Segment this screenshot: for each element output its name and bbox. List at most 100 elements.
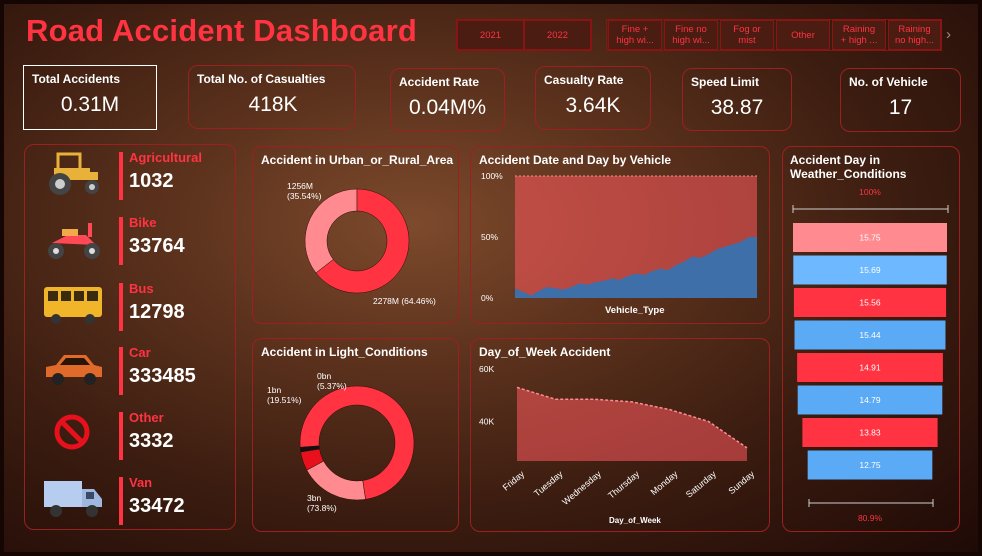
kpi-label: Accident Rate (399, 75, 480, 89)
donut-data-label: 1bn (19.51%) (267, 385, 302, 405)
weather-raining-no-high-winds-button[interactable]: Raining no high... (888, 20, 941, 50)
x-tick-label: Tuesday (532, 469, 565, 499)
x-tick-label: Wednesday (560, 469, 603, 507)
vehicle-name: Bus (129, 281, 154, 296)
vehicle-bar (119, 217, 123, 265)
vehicle-row-other[interactable]: Other 3332 (24, 408, 234, 472)
donut-data-label: 0bn (5.37%) (317, 371, 347, 391)
funnel-bar-label: 15.75 (859, 233, 881, 243)
day-of-week-chart-card: Day_of_Week Accident 60K 40K Friday Tuesday… (470, 338, 770, 532)
vehicle-name: Van (129, 475, 153, 490)
slicer-line: mist (738, 35, 756, 46)
kpi-total-casualties[interactable]: Total No. of Casualties 418K (188, 65, 356, 129)
urban-rural-donut[interactable]: 1256M (35.54%) 2278M (64.46%) (253, 147, 460, 325)
kpi-speed-limit[interactable]: Speed Limit 38.87 (682, 68, 792, 131)
weather-fine-high-winds-button[interactable]: Fine + high wi... (608, 20, 662, 50)
kpi-label: Speed Limit (691, 75, 760, 89)
vehicle-row-van[interactable]: Van 33472 (24, 473, 234, 537)
funnel-bar-label: 15.44 (859, 330, 881, 340)
kpi-casualty-rate[interactable]: Casualty Rate 3.64K (535, 66, 651, 130)
vehicle-row-car[interactable]: Car 333485 (24, 343, 234, 407)
weather-other-button[interactable]: Other (776, 20, 830, 50)
kpi-value: 3.64K (565, 94, 621, 117)
x-tick-label: Thursday (606, 469, 642, 501)
vehicle-area-chart-card: Accident Date and Day by Vehicle 0% 50% 10… (470, 146, 770, 324)
slicer-line: high wi... (672, 35, 710, 46)
funnel-top-label: 100% (859, 187, 881, 197)
donut-data-label: 3bn (73.8%) (307, 493, 337, 513)
y-tick-label: 0% (481, 293, 494, 303)
vehicle-name: Other (129, 410, 164, 425)
vehicle-value: 1032 (129, 170, 174, 192)
weather-raining-high-winds-button[interactable]: Raining + high ... (832, 20, 886, 50)
x-axis-label: Vehicle_Type (605, 305, 665, 316)
van-icon (44, 481, 102, 517)
funnel-bar-label: 13.83 (859, 428, 881, 438)
chevron-right-icon[interactable]: › (946, 26, 951, 43)
car-icon (46, 355, 102, 385)
slicer-line: Raining (898, 24, 931, 35)
vehicle-row-bike[interactable]: Bike 33764 (24, 213, 234, 277)
year-slicer: 2021 2022 (456, 19, 592, 51)
vehicle-value: 3332 (129, 430, 174, 452)
vehicle-name: Bike (129, 215, 157, 230)
vehicle-bar (119, 283, 123, 331)
vehicle-name: Agricultural (129, 150, 202, 165)
year-2022-button[interactable]: 2022 (524, 20, 591, 50)
light-conditions-donut[interactable]: 0bn (5.37%) 1bn (19.51%) 3bn (73.8%) (253, 339, 460, 533)
bus-icon (44, 287, 102, 324)
kpi-value: 0.04M% (408, 96, 487, 119)
funnel-bar-label: 15.69 (859, 265, 881, 275)
no-entry-icon (54, 414, 90, 450)
weather-fine-no-high-winds-button[interactable]: Fine no high wi... (664, 20, 718, 50)
vehicle-value: 12798 (129, 301, 185, 323)
kpi-no-of-vehicle[interactable]: No. of Vehicle 17 (840, 68, 961, 132)
slicer-line: Fog or (733, 24, 761, 35)
y-tick-label: 60K (479, 364, 494, 374)
motorbike-icon (48, 223, 100, 259)
slicer-line: high wi... (616, 35, 654, 46)
kpi-value: 418K (248, 93, 298, 116)
weather-funnel-chart[interactable]: 100% 15.75 15.69 15.56 15.44 14.91 14.79 13.83 1… (783, 147, 961, 533)
kpi-label: Total Accidents (32, 72, 121, 86)
kpi-total-accidents[interactable]: Total Accidents 0.31M (23, 65, 157, 130)
day-of-week-area-chart[interactable]: 60K 40K Friday TuesdayWednesday Thursday Mond… (471, 339, 771, 533)
slicer-line: Other (791, 29, 815, 41)
vehicle-row-agricultural[interactable]: Agricultural 1032 (24, 148, 234, 212)
page-title: Road Accident Dashboard (26, 13, 418, 48)
funnel-bar-label: 14.91 (859, 363, 881, 373)
x-tick-label: Saturday (684, 469, 718, 500)
donut-slice[interactable] (304, 188, 358, 274)
vehicle-row-bus[interactable]: Bus 12798 (24, 279, 234, 343)
slicer-line: Fine no (675, 24, 707, 35)
tractor-icon (49, 152, 99, 195)
year-2021-button[interactable]: 2021 (457, 20, 524, 50)
slicer-line: Raining (842, 24, 876, 35)
y-tick-label: 40K (479, 417, 494, 427)
urban-rural-chart-card: Accident in Urban_or_Rural_Area 1256M (35… (252, 146, 459, 324)
vehicle-value: 333485 (129, 365, 196, 387)
kpi-value: 0.31M (60, 93, 120, 116)
kpi-value: 17 (888, 96, 913, 119)
weather-fog-mist-button[interactable]: Fog or mist (720, 20, 774, 50)
slicer-line: Fine + (621, 24, 649, 35)
vehicle-bar (119, 412, 123, 460)
vehicle-value: 33472 (129, 495, 185, 517)
donut-data-label: 2278M (64.46%) (373, 296, 436, 306)
kpi-label: Casualty Rate (544, 73, 624, 87)
slicer-line: no high... (894, 35, 935, 46)
slicer-line: + high ... (840, 35, 878, 46)
vehicle-area-chart[interactable]: 0% 50% 100% Vehicle_Type (471, 147, 771, 325)
funnel-bar-label: 14.79 (859, 395, 881, 405)
donut-data-label: 1256M (35.54%) (287, 181, 322, 201)
kpi-accident-rate[interactable]: Accident Rate 0.04M% (390, 68, 505, 131)
funnel-bar-label: 15.56 (859, 298, 881, 308)
vehicle-bar (119, 477, 123, 525)
kpi-label: No. of Vehicle (849, 75, 928, 89)
vehicle-bar (119, 152, 123, 200)
kpi-label: Total No. of Casualties (197, 72, 326, 86)
x-tick-label: Sunday (726, 469, 756, 497)
kpi-value: 38.87 (710, 96, 764, 119)
weather-funnel-chart-card: Accident Day in Weather_Conditions 100% 1… (782, 146, 960, 532)
x-axis-label: Day_of_Week (609, 516, 661, 525)
